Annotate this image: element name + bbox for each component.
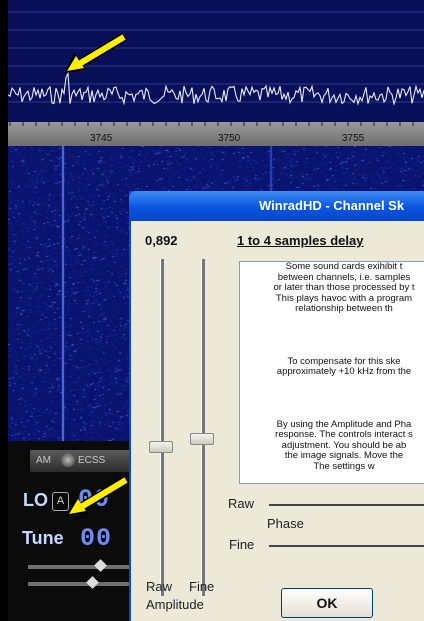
phase-raw-label: Raw [228, 496, 255, 511]
delay-link[interactable]: 1 to 4 samples delay [237, 233, 363, 248]
info-text-line [240, 394, 424, 404]
tune-label: Tune [22, 528, 64, 548]
info-text-line [240, 331, 424, 341]
phase-label: Phase [267, 516, 304, 531]
arrow-icon [66, 476, 129, 516]
info-text-line: or later than those processed by t [273, 282, 415, 293]
fine-slider-label: Fine [189, 579, 215, 594]
dialog-title: WinradHD - Channel Sk [259, 198, 405, 213]
info-text-line: The settings w [313, 460, 375, 472]
dialog-titlebar[interactable]: WinradHD - Channel Sk [129, 191, 424, 221]
tune-frequency-digits[interactable]: 00 [80, 524, 112, 553]
raw-amplitude-thumb[interactable] [149, 441, 173, 453]
scale-ticks [9, 122, 414, 126]
freq-label-3: 3755 [342, 133, 365, 144]
freq-label-1: 3745 [90, 133, 113, 144]
info-text-box: Some sound cards exihibit t between chann… [239, 261, 424, 484]
channel-skew-dialog: WinradHD - Channel Sk 0,892 1 to 4 sampl… [129, 191, 424, 621]
phase-raw-slider[interactable] [269, 504, 424, 506]
amplitude-value: 0,892 [145, 233, 178, 248]
mode-am-label[interactable]: AM [36, 455, 51, 466]
ok-button[interactable]: OK [281, 588, 373, 618]
mode-ecss-label[interactable]: ECSS [78, 455, 105, 466]
frequency-scale[interactable]: 3745 3750 3755 [8, 122, 424, 146]
mode-knob-icon[interactable] [61, 453, 75, 467]
info-text-line: response. The controls interact s [275, 429, 413, 440]
info-text-line: relationship between th [295, 303, 393, 314]
phase-fine-label: Fine [229, 537, 255, 552]
info-text-line: approximately +10 kHz from the [276, 366, 412, 377]
slider-thumb[interactable] [86, 576, 99, 589]
receiver-slider-1[interactable] [28, 559, 136, 572]
spectrum-trace [8, 71, 424, 106]
app-window: 3745 3750 3755 AM ECSS LO A 00 Tune 00 W… [0, 0, 424, 621]
raw-amplitude-slider[interactable] [149, 259, 173, 596]
info-text-line: Some sound cards exihibit t [285, 261, 403, 272]
info-text-line: the image signals. Move the [284, 450, 404, 461]
receiver-panel: AM ECSS LO A 00 Tune 00 [8, 441, 136, 621]
mode-selector[interactable]: AM ECSS [30, 450, 136, 472]
fine-amplitude-thumb[interactable] [190, 433, 214, 445]
fine-amplitude-slider[interactable] [190, 259, 214, 596]
lo-label: LO [23, 490, 48, 510]
phase-fine-slider[interactable] [269, 545, 424, 547]
freq-label-2: 3750 [218, 133, 241, 144]
slider-thumb[interactable] [94, 559, 107, 572]
amplitude-label: Amplitude [146, 597, 204, 612]
arrow-icon [64, 33, 127, 73]
receiver-slider-2[interactable] [28, 576, 136, 589]
raw-slider-label: Raw [146, 579, 173, 594]
